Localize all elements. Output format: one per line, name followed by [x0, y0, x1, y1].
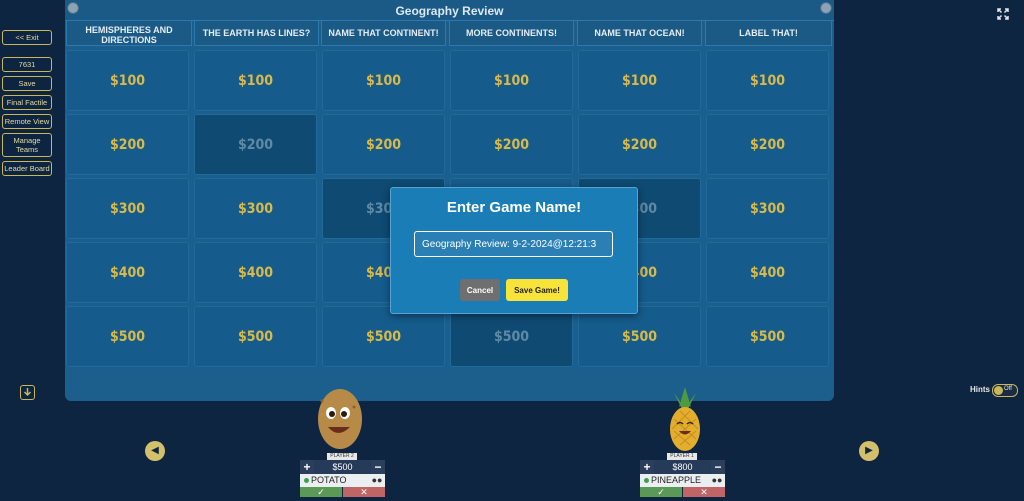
check-icon[interactable]: ✓ [640, 487, 682, 497]
board-tile[interactable]: $500 [194, 306, 317, 367]
x-icon[interactable]: ✕ [343, 487, 385, 497]
board-tile[interactable]: $500 [578, 306, 701, 367]
board-tile[interactable]: $100 [578, 50, 701, 111]
board-tile[interactable]: $400 [66, 242, 189, 303]
category-header: NAME THAT CONTINENT! [321, 20, 446, 46]
board-tile[interactable]: $300 [706, 178, 829, 239]
board-tile[interactable]: $100 [450, 50, 573, 111]
toggle-knob [994, 386, 1003, 395]
category-header: HEMISPHERES AND DIRECTIONS [66, 20, 192, 46]
player-name-row: PINEAPPLE ●● [640, 474, 725, 487]
check-icon[interactable]: ✓ [300, 487, 342, 497]
expand-icon[interactable] [997, 7, 1009, 20]
board-tile[interactable]: $200 [450, 114, 573, 175]
board-tile[interactable]: $500 [706, 306, 829, 367]
subtract-points-button[interactable]: − [711, 460, 725, 474]
final-factile-button[interactable]: Final Factile [2, 95, 52, 110]
category-headers: HEMISPHERES AND DIRECTIONS THE EARTH HAS… [65, 20, 834, 46]
board-tile[interactable]: $400 [194, 242, 317, 303]
board-tile[interactable]: $100 [322, 50, 445, 111]
board-tile[interactable]: $100 [706, 50, 829, 111]
team-icon[interactable]: ●● [711, 474, 723, 487]
player-name-row: POTATO ●● [300, 474, 385, 487]
player-name: POTATO [311, 475, 347, 485]
leader-board-button[interactable]: Leader Board [2, 161, 52, 176]
player-score: $500 [314, 460, 371, 474]
board-tile[interactable]: $500 [66, 306, 189, 367]
status-dot-icon [304, 478, 309, 483]
board-tile[interactable]: $300 [194, 178, 317, 239]
save-game-button[interactable]: Save Game! [506, 279, 568, 301]
remote-view-button[interactable]: Remote View [2, 114, 52, 129]
status-dot-icon [644, 478, 649, 483]
board-tile[interactable]: $100 [194, 50, 317, 111]
cancel-button[interactable]: Cancel [460, 279, 500, 301]
player-tag: PLAYER 2 [327, 453, 357, 460]
player-score-row: + $500 − [300, 460, 385, 474]
category-header: THE EARTH HAS LINES? [194, 20, 319, 46]
team-icon[interactable]: ●● [371, 474, 383, 487]
player-tag: PLAYER 1 [667, 453, 697, 460]
board-tile[interactable]: $300 [66, 178, 189, 239]
manage-teams-button[interactable]: Manage Teams [2, 133, 52, 157]
arrow-right-icon[interactable]: ▶ [859, 441, 879, 461]
player-score: $800 [654, 460, 711, 474]
download-icon[interactable] [20, 385, 35, 400]
board-tile[interactable]: $200 [66, 114, 189, 175]
board-tile[interactable]: $500 [322, 306, 445, 367]
board-titlebar: Geography Review [65, 0, 834, 21]
board-tile[interactable]: $400 [706, 242, 829, 303]
game-code: 7631 [2, 57, 52, 72]
x-icon[interactable]: ✕ [683, 487, 725, 497]
hints-label: Hints [970, 385, 990, 394]
board-tile[interactable]: $500 [450, 306, 573, 367]
dialog-title: Enter Game Name! [446, 199, 582, 216]
board-tile[interactable]: $200 [578, 114, 701, 175]
board-tile[interactable]: $200 [322, 114, 445, 175]
pineapple-avatar [670, 387, 700, 451]
board-title: Geography Review [395, 4, 504, 18]
game-name-input[interactable] [414, 231, 613, 257]
category-header: NAME THAT OCEAN! [577, 20, 702, 46]
player-score-row: + $800 − [640, 460, 725, 474]
arrow-left-icon[interactable]: ◀ [145, 441, 165, 461]
board-tile[interactable]: $100 [66, 50, 189, 111]
subtract-points-button[interactable]: − [371, 460, 385, 474]
save-game-dialog: Enter Game Name! Cancel Save Game! [390, 187, 638, 314]
category-header: LABEL THAT! [705, 20, 832, 46]
potato-avatar [318, 389, 362, 449]
category-header: MORE CONTINENTS! [449, 20, 574, 46]
bolt-right-icon [820, 2, 832, 14]
board-tile[interactable]: $200 [194, 114, 317, 175]
exit-button[interactable]: << Exit [2, 30, 52, 45]
player-name: PINEAPPLE [651, 475, 702, 485]
sidebar: << Exit 7631 Save Final Factile Remote V… [2, 30, 54, 176]
add-points-button[interactable]: + [300, 460, 314, 474]
board-tile[interactable]: $200 [706, 114, 829, 175]
save-button[interactable]: Save [2, 76, 52, 91]
hints-state: Off [1004, 386, 1012, 392]
add-points-button[interactable]: + [640, 460, 654, 474]
hints-toggle[interactable]: Off [992, 384, 1018, 397]
